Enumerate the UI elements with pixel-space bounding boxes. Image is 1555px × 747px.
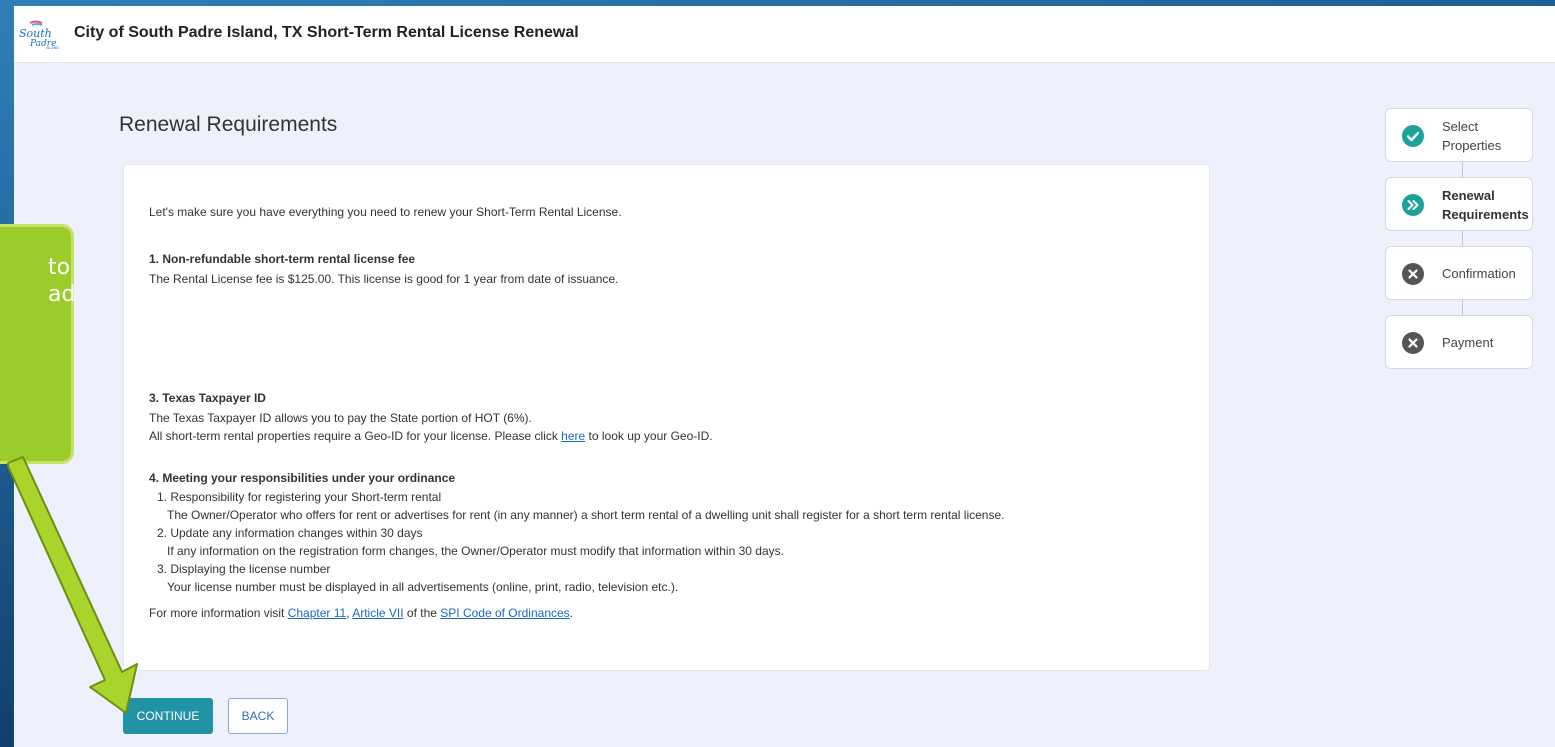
spi-code-link[interactable]: SPI Code of Ordinances <box>440 606 569 620</box>
list-item-title: 2. Update any information changes within… <box>157 526 423 540</box>
step-label: Confirmation <box>1442 266 1516 281</box>
geoid-text-pre: All short-term rental properties require… <box>149 429 562 443</box>
more-info-text: For more information visit Chapter 11, A… <box>149 605 573 621</box>
annotation-callout-text: to ad <box>48 255 76 307</box>
step-label: Payment <box>1442 335 1494 350</box>
geoid-text-post: to look up your Geo-ID. <box>585 429 713 443</box>
step-connector <box>1462 162 1463 177</box>
check-circle-icon <box>1402 125 1424 147</box>
more-info-period: . <box>569 606 574 620</box>
step-label: Renewal Requirements <box>1442 188 1529 222</box>
section-taxpayer-text: The Texas Taxpayer ID allows you to pay … <box>149 411 532 425</box>
x-circle-icon <box>1402 263 1424 285</box>
section-geoid-text: All short-term rental properties require… <box>149 428 713 444</box>
app-window: South Padre ISLAND City of South Padre I… <box>14 6 1555 747</box>
back-button[interactable]: BACK <box>228 698 288 734</box>
list-item-text: Your license number must be displayed in… <box>167 580 679 594</box>
app-title: City of South Padre Island, TX Short-Ter… <box>74 24 579 41</box>
list-item-title: 3. Displaying the license number <box>157 562 331 576</box>
section-fee-title: 1. Non-refundable short-term rental lice… <box>149 252 416 266</box>
south-padre-logo-icon: South Padre ISLAND <box>19 20 59 50</box>
geoid-lookup-link[interactable]: here <box>561 429 585 443</box>
more-info-pre: For more information visit <box>149 606 288 620</box>
step-connector <box>1462 300 1463 315</box>
x-circle-icon <box>1402 332 1424 354</box>
step-connector <box>1462 231 1463 246</box>
list-item-text: The Owner/Operator who offers for rent o… <box>167 508 1005 522</box>
article-vii-link[interactable]: Article VII <box>352 606 403 620</box>
continue-button[interactable]: CONTINUE <box>123 698 213 734</box>
step-label: Select Properties <box>1442 119 1502 153</box>
step-confirmation[interactable]: Confirmation <box>1385 246 1533 300</box>
section-taxpayer-title: 3. Texas Taxpayer ID <box>149 391 266 405</box>
app-header: South Padre ISLAND City of South Padre I… <box>14 6 1555 63</box>
intro-text: Let's make sure you have everything you … <box>149 205 622 219</box>
svg-text:ISLAND: ISLAND <box>46 46 59 50</box>
chapter-11-link[interactable]: Chapter 11 <box>288 606 346 620</box>
more-info-of-the: of the <box>403 606 441 620</box>
page-title: Renewal Requirements <box>119 113 338 136</box>
list-item-title: 1. Responsibility for registering your S… <box>157 490 442 504</box>
list-item-text: If any information on the registration f… <box>167 544 784 558</box>
double-chevron-circle-icon <box>1402 194 1424 216</box>
step-payment[interactable]: Payment <box>1385 315 1533 369</box>
requirements-card: Let's make sure you have everything you … <box>123 164 1210 671</box>
step-renewal-requirements[interactable]: Renewal Requirements <box>1385 177 1533 231</box>
step-select-properties[interactable]: Select Properties <box>1385 108 1533 162</box>
section-fee-text: The Rental License fee is $125.00. This … <box>149 272 619 286</box>
section-responsibilities-title: 4. Meeting your responsibilities under y… <box>149 471 456 485</box>
